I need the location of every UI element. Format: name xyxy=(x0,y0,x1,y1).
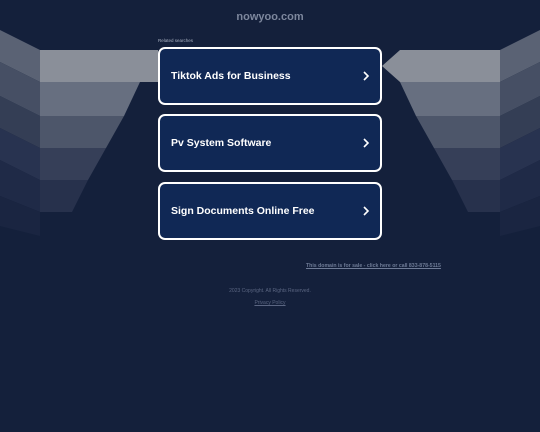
related-searches-label: Related searches xyxy=(158,38,194,43)
related-search-item-2[interactable]: Pv System Software xyxy=(158,114,382,172)
related-search-label: Sign Documents Online Free xyxy=(171,205,315,217)
chevron-right-icon xyxy=(363,71,370,81)
related-search-label: Tiktok Ads for Business xyxy=(171,70,291,82)
domain-for-sale-link[interactable]: This domain is for sale - click here or … xyxy=(306,263,441,269)
privacy-policy-container: Privacy Policy xyxy=(0,300,540,306)
related-search-item-3[interactable]: Sign Documents Online Free xyxy=(158,182,382,240)
related-search-label: Pv System Software xyxy=(171,137,272,149)
copyright-text: 2023 Copyright. All Rights Reserved. xyxy=(229,288,311,294)
domain-title: nowyoo.com xyxy=(236,11,304,23)
related-search-item-1[interactable]: Tiktok Ads for Business xyxy=(158,47,382,105)
chevron-right-icon xyxy=(363,138,370,148)
chevron-right-icon xyxy=(363,206,370,216)
privacy-policy-link[interactable]: Privacy Policy xyxy=(254,300,285,306)
